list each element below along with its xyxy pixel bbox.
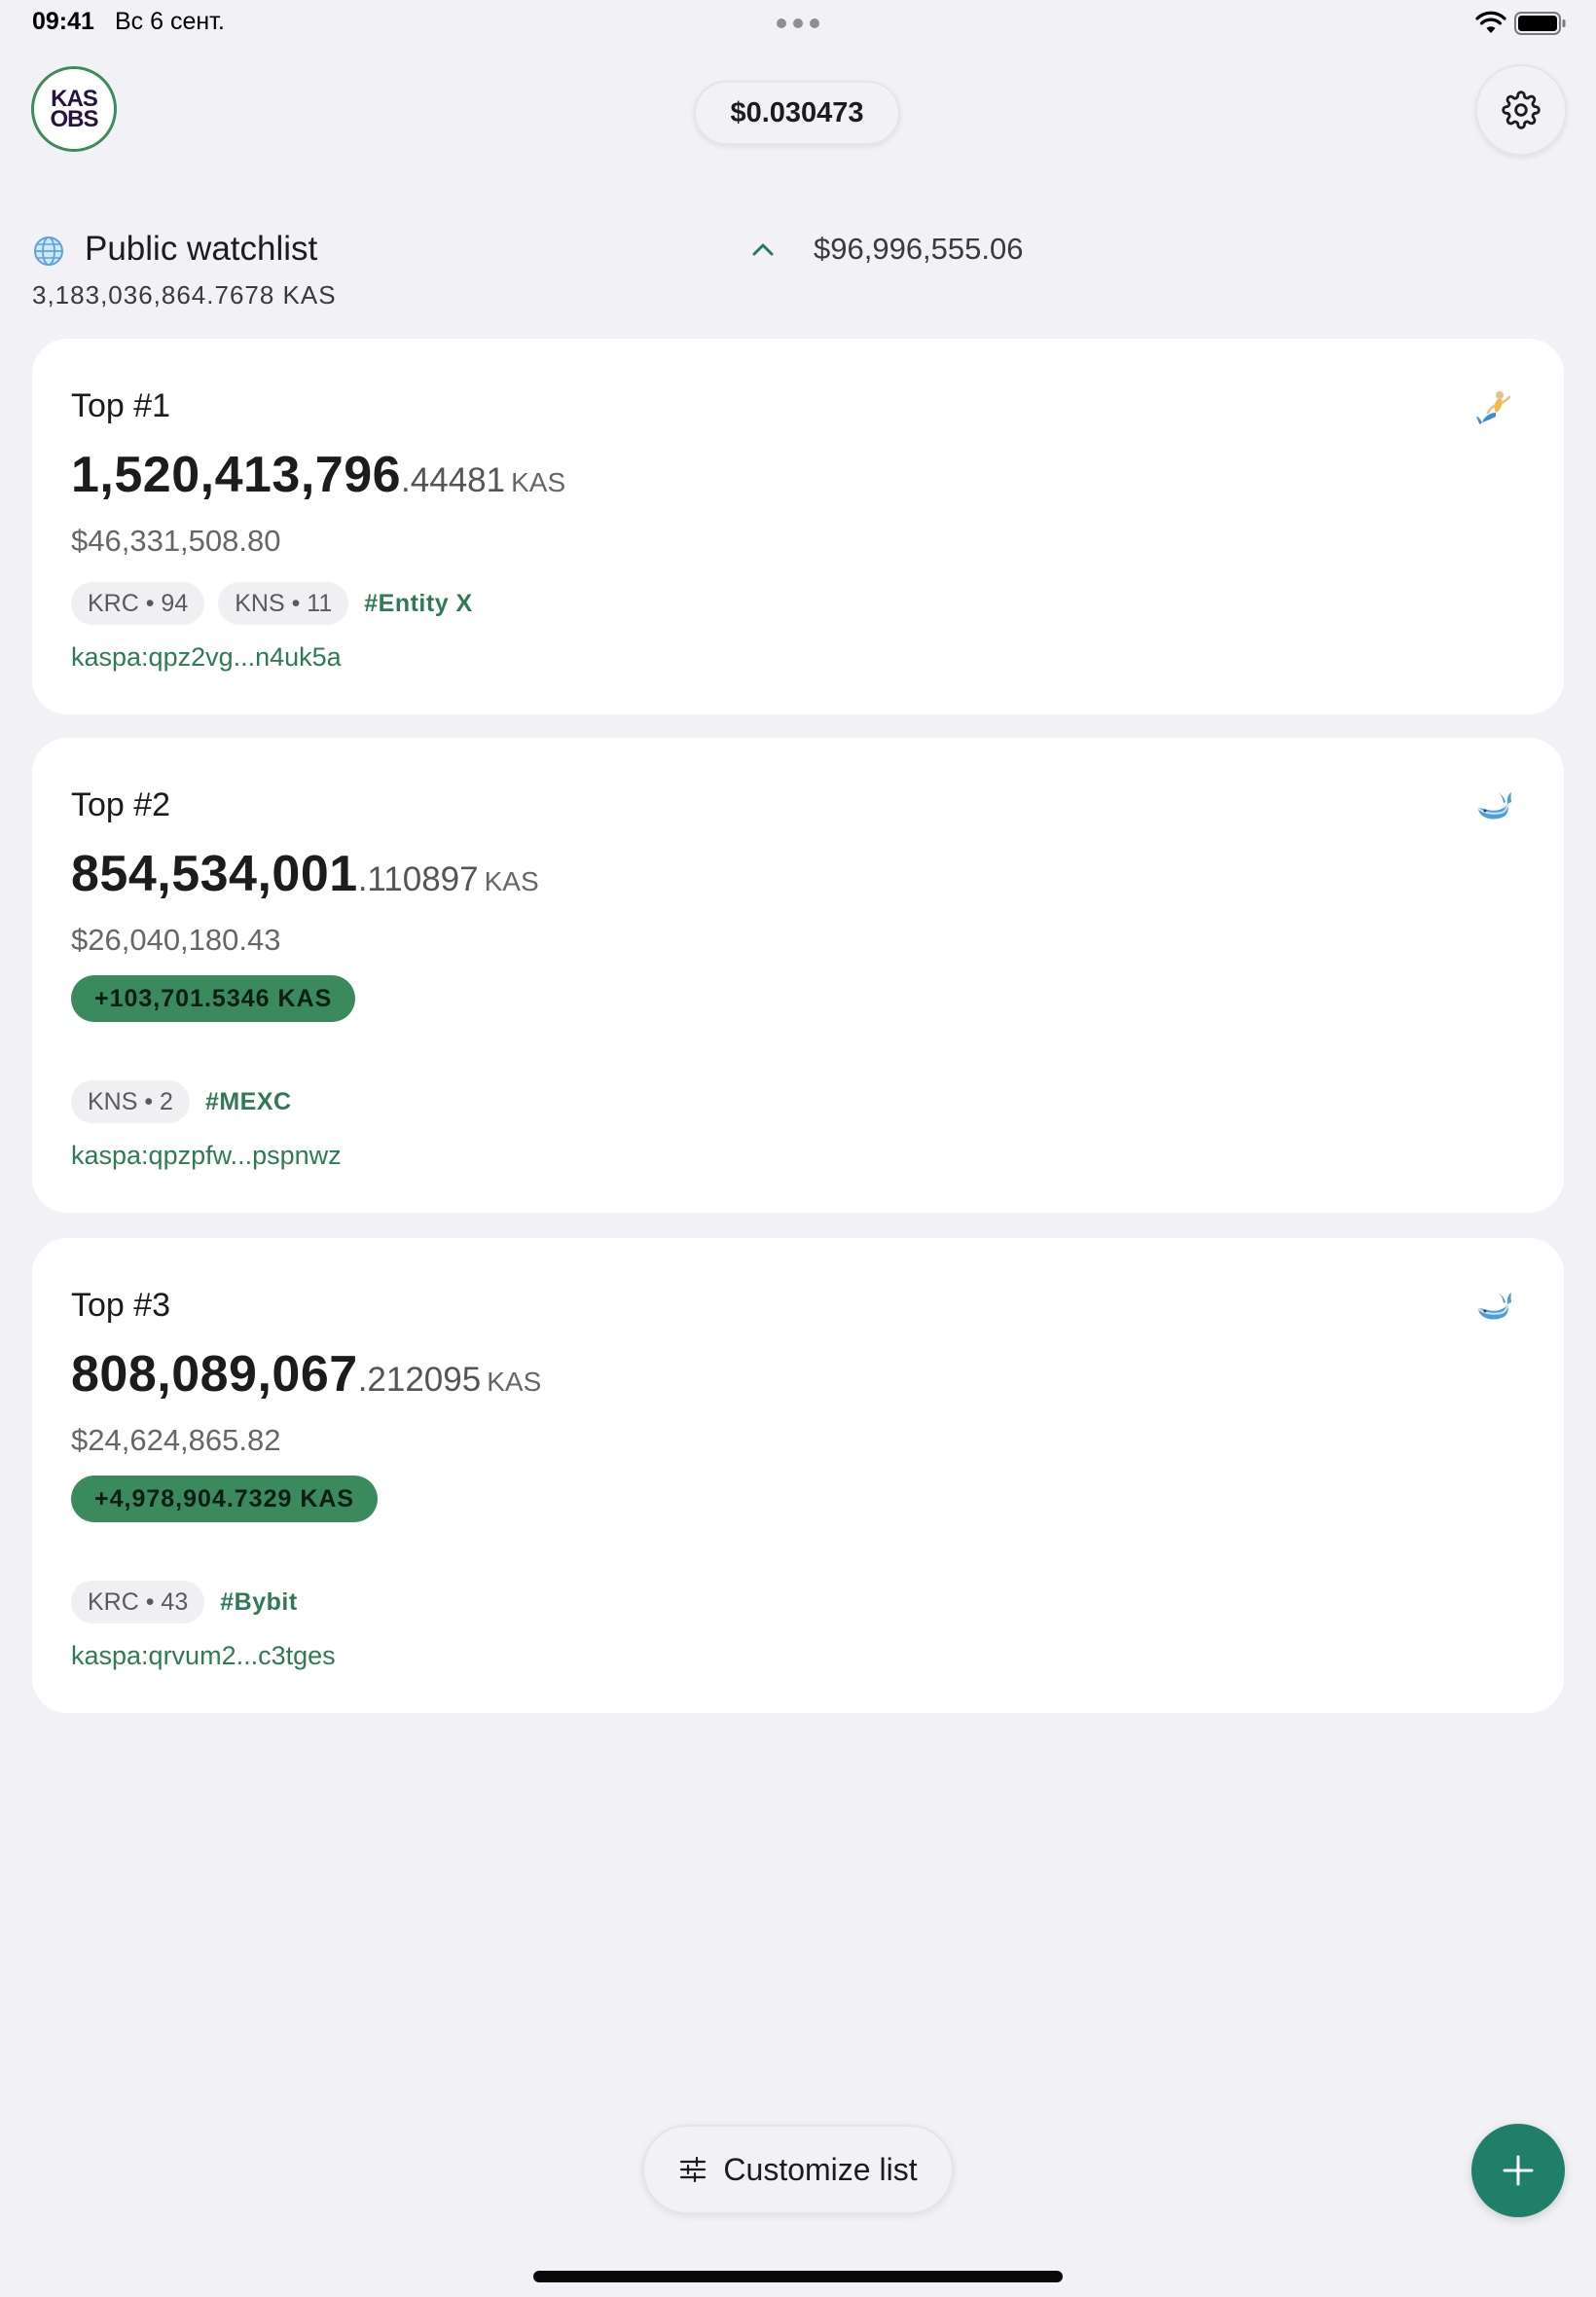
multitasking-dots-icon[interactable] (777, 18, 819, 28)
tag-krc[interactable]: KRC • 43 (71, 1581, 205, 1623)
wallet-card[interactable]: Top #2 854,534,001.110897 KAS $26,040,180… (32, 738, 1564, 1213)
balance-decimal: .212095 (357, 1361, 482, 1399)
tag-row: KNS • 2 #MEXC (71, 1080, 292, 1123)
tag-row: KRC • 94 KNS • 11 #Entity X (71, 582, 473, 625)
balance-unit: KAS (484, 866, 539, 896)
card-title: Top #1 (71, 387, 171, 424)
balance-unit: KAS (487, 1367, 542, 1397)
app-logo: KAS OBS (31, 66, 117, 152)
globe-icon (34, 237, 63, 266)
chevron-up-icon[interactable] (749, 239, 777, 259)
wallet-card[interactable]: Top #3 808,089,067.212095 KAS $24,624,865… (32, 1238, 1564, 1713)
tag-krc[interactable]: KRC • 94 (71, 582, 205, 625)
balance-change: +4,978,904.7329 KAS (94, 1484, 355, 1513)
watchlist-title[interactable]: Public watchlist (85, 230, 317, 269)
watchlist-total-kas: 3,183,036,864.7678 KAS (32, 280, 337, 310)
add-address-button[interactable] (1471, 2124, 1565, 2217)
tag-kns[interactable]: KNS • 2 (71, 1080, 190, 1123)
whale-icon (1477, 1293, 1511, 1320)
hashtag-label[interactable]: #Bybit (220, 1588, 297, 1617)
home-indicator[interactable] (533, 2271, 1063, 2282)
wallet-address[interactable]: kaspa:qrvum2...c3tges (71, 1641, 336, 1671)
usd-value: $26,040,180.43 (71, 923, 281, 957)
balance-integer: 1,520,413,796 (71, 447, 402, 503)
gear-icon (1502, 91, 1541, 129)
usd-value: $46,331,508.80 (71, 524, 281, 558)
card-title: Top #2 (71, 786, 171, 823)
sliders-icon (680, 2156, 707, 2183)
balance-change: +103,701.5346 KAS (94, 984, 333, 1012)
status-bar: 09:41 Вс 6 сент. (0, 0, 1596, 47)
card-title: Top #3 (71, 1287, 171, 1324)
balance: 854,534,001.110897 KAS (71, 845, 539, 903)
hashtag-label[interactable]: #Entity X (364, 590, 472, 618)
balance-integer: 854,534,001 (71, 846, 358, 902)
tag-row: KRC • 43 #Bybit (71, 1581, 298, 1623)
tag-kns[interactable]: KNS • 11 (218, 582, 349, 625)
status-time: 09:41 (32, 8, 94, 35)
watchlist-total-usd: $96,996,555.06 (814, 232, 1024, 266)
balance: 808,089,067.212095 KAS (71, 1345, 541, 1404)
battery-icon (1514, 12, 1566, 35)
wifi-icon (1475, 11, 1506, 33)
wallet-card[interactable]: Top #1 1,520,413,796.44481 KAS $46,331,50… (32, 339, 1564, 714)
balance-decimal: .110897 (357, 860, 479, 898)
kas-price: $0.030473 (730, 96, 864, 128)
balance-unit: KAS (511, 467, 566, 497)
kas-price-button[interactable]: $0.030473 (694, 81, 900, 145)
plus-icon (1503, 2155, 1534, 2186)
balance: 1,520,413,796.44481 KAS (71, 446, 565, 504)
fish-icon (1476, 391, 1511, 424)
wallet-address[interactable]: kaspa:qpzpfw...pspnwz (71, 1141, 342, 1171)
wallet-address[interactable]: kaspa:qpz2vg...n4uk5a (71, 642, 342, 673)
balance-decimal: .44481 (401, 461, 506, 499)
hashtag-label[interactable]: #MEXC (205, 1088, 292, 1116)
balance-change-badge: +4,978,904.7329 KAS (71, 1476, 379, 1522)
balance-change-badge: +103,701.5346 KAS (71, 975, 356, 1022)
customize-list-label: Customize list (723, 2151, 918, 2187)
whale-icon (1477, 792, 1511, 820)
balance-integer: 808,089,067 (71, 1346, 358, 1403)
logo-text-bottom: OBS (50, 106, 98, 132)
settings-button[interactable] (1475, 64, 1567, 156)
status-date: Вс 6 сент. (115, 8, 225, 35)
usd-value: $24,624,865.82 (71, 1423, 281, 1457)
customize-list-button[interactable]: Customize list (642, 2125, 954, 2214)
